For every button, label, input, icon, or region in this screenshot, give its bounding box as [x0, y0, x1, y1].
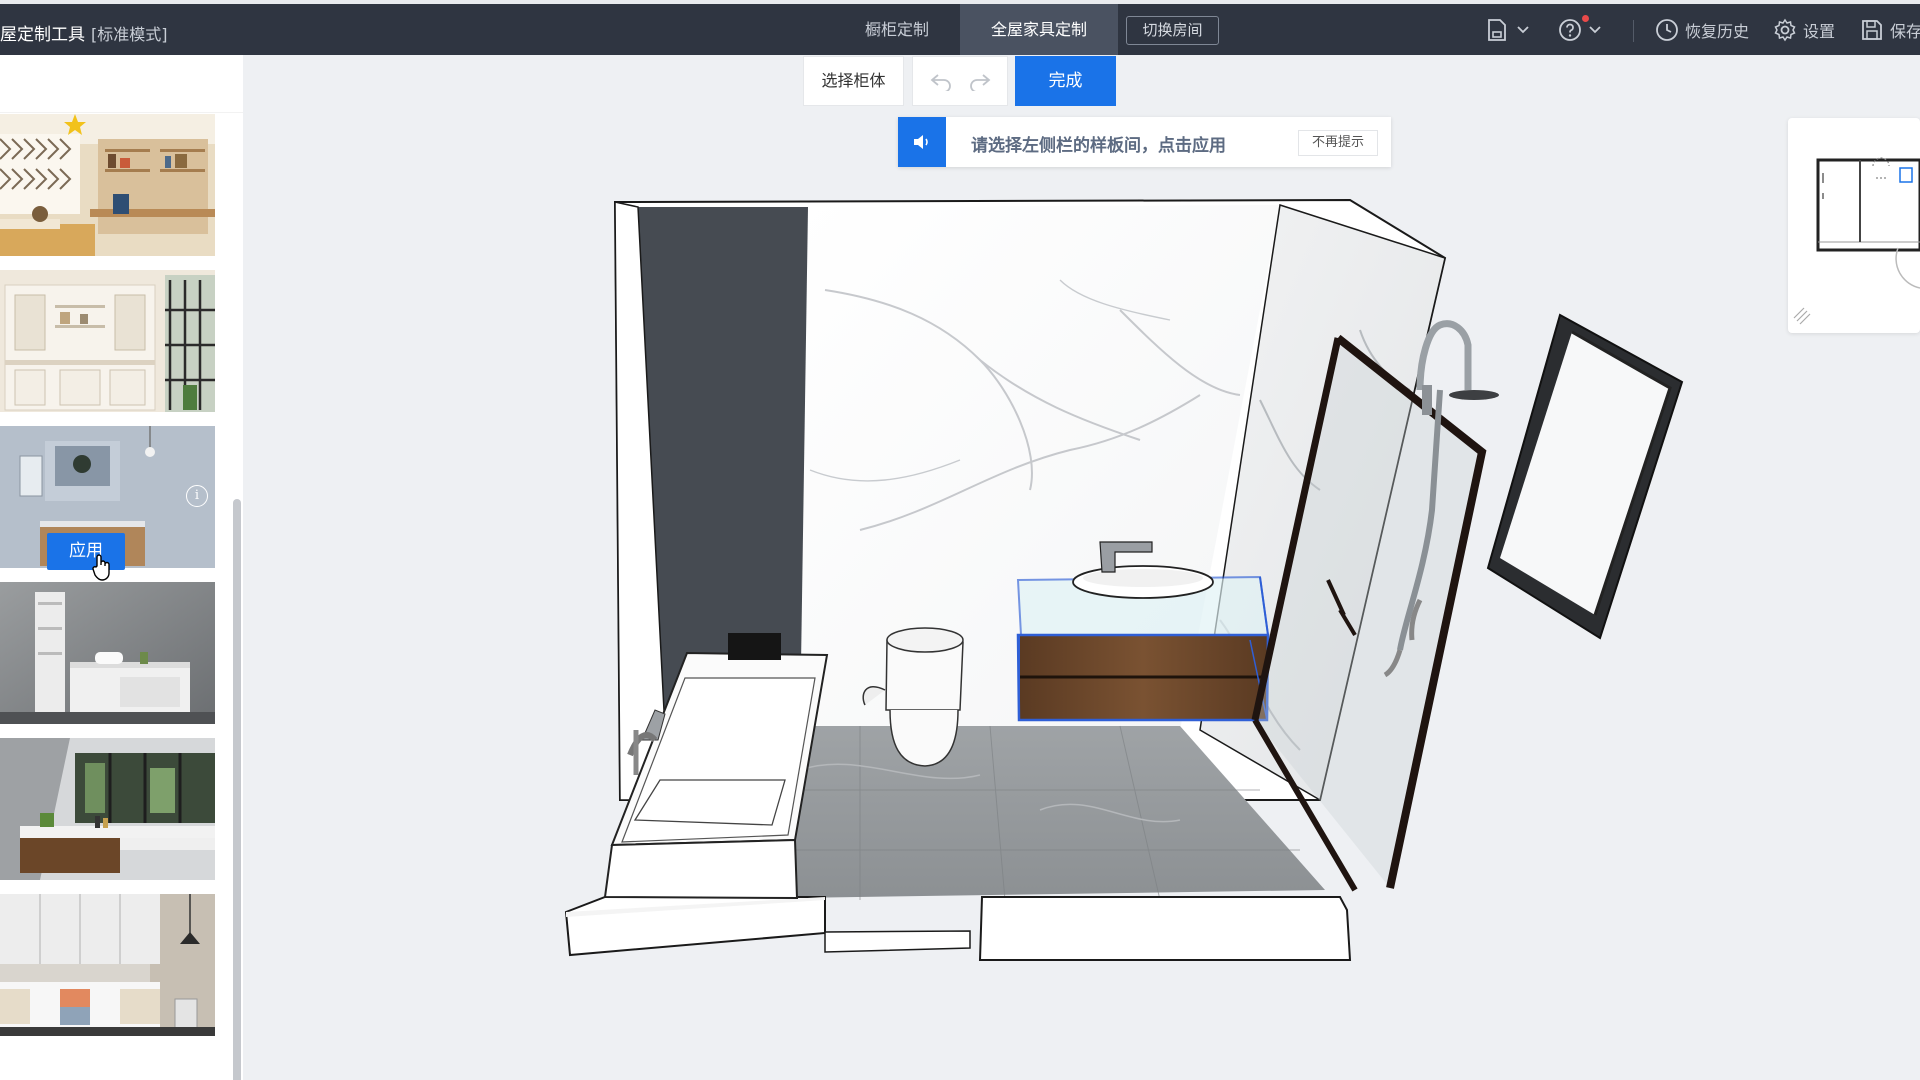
sidebar-scrollbar[interactable] [233, 499, 241, 1080]
select-cabinet-button[interactable]: 选择柜体 [803, 56, 904, 106]
help-icon [1559, 18, 1581, 41]
nav-tabs: 橱柜定制 全屋家具定制 [834, 4, 1119, 55]
tab-cabinet-custom[interactable]: 橱柜定制 [834, 4, 960, 55]
template-thumb-white-storage-wall[interactable] [0, 894, 215, 1036]
save-icon [1862, 19, 1882, 40]
settings-button[interactable]: 设置 [1773, 4, 1835, 55]
toolbar-divider [1633, 20, 1634, 42]
hint-text: 请选择左侧栏的样板间，点击应用 [971, 136, 1226, 156]
help-menu-button[interactable] [1558, 4, 1602, 55]
top-bar: 屋定制工具 [标准模式] 橱柜定制 全屋家具定制 切换房间 恢复历史 设置 保存 [0, 0, 1920, 55]
save-label: 保存 [1890, 21, 1920, 41]
dismiss-hint-button[interactable]: 不再提示 [1298, 130, 1378, 156]
bathroom-3d-scene[interactable] [560, 190, 1820, 990]
settings-label: 设置 [1803, 21, 1836, 41]
hand-cursor-icon [92, 554, 110, 581]
file-menu-button[interactable] [1486, 4, 1530, 55]
template-thumb-study-bedroom[interactable] [0, 114, 215, 256]
apply-template-button[interactable]: 应用 [47, 533, 125, 570]
restore-history-button[interactable]: 恢复历史 [1655, 4, 1749, 55]
template-sidebar: i 应用 [0, 55, 243, 1080]
undo-icon[interactable] [929, 71, 953, 91]
notification-dot [1582, 15, 1589, 22]
hint-bar: 请选择左侧栏的样板间，点击应用 不再提示 [898, 117, 1391, 167]
speaker-icon[interactable] [898, 117, 946, 167]
sidebar-header [0, 55, 243, 113]
restore-history-label: 恢复历史 [1685, 21, 1750, 41]
template-thumb-grey-bathroom-vanity[interactable] [0, 582, 215, 724]
chevron-down-icon [1589, 25, 1601, 33]
chevron-down-icon [1517, 25, 1529, 33]
app-title: 屋定制工具 [标准模式] [0, 20, 168, 45]
history-icon [1656, 18, 1678, 41]
tab-whole-house-furniture[interactable]: 全屋家具定制 [960, 4, 1119, 55]
gear-icon [1774, 18, 1796, 41]
mode-label: [标准模式] [91, 25, 168, 44]
template-thumb-wood-sink-counter[interactable] [0, 738, 215, 880]
undo-redo-group [912, 56, 1008, 106]
app-title-text: 屋定制工具 [0, 25, 85, 45]
switch-room-button[interactable]: 切换房间 [1126, 16, 1219, 45]
template-thumb-white-cabinet-wall[interactable] [0, 270, 215, 412]
file-icon [1488, 18, 1506, 41]
done-button[interactable]: 完成 [1015, 56, 1116, 106]
save-button[interactable]: 保存 [1860, 4, 1920, 55]
template-info-icon[interactable]: i [186, 485, 208, 507]
redo-icon[interactable] [968, 71, 992, 91]
